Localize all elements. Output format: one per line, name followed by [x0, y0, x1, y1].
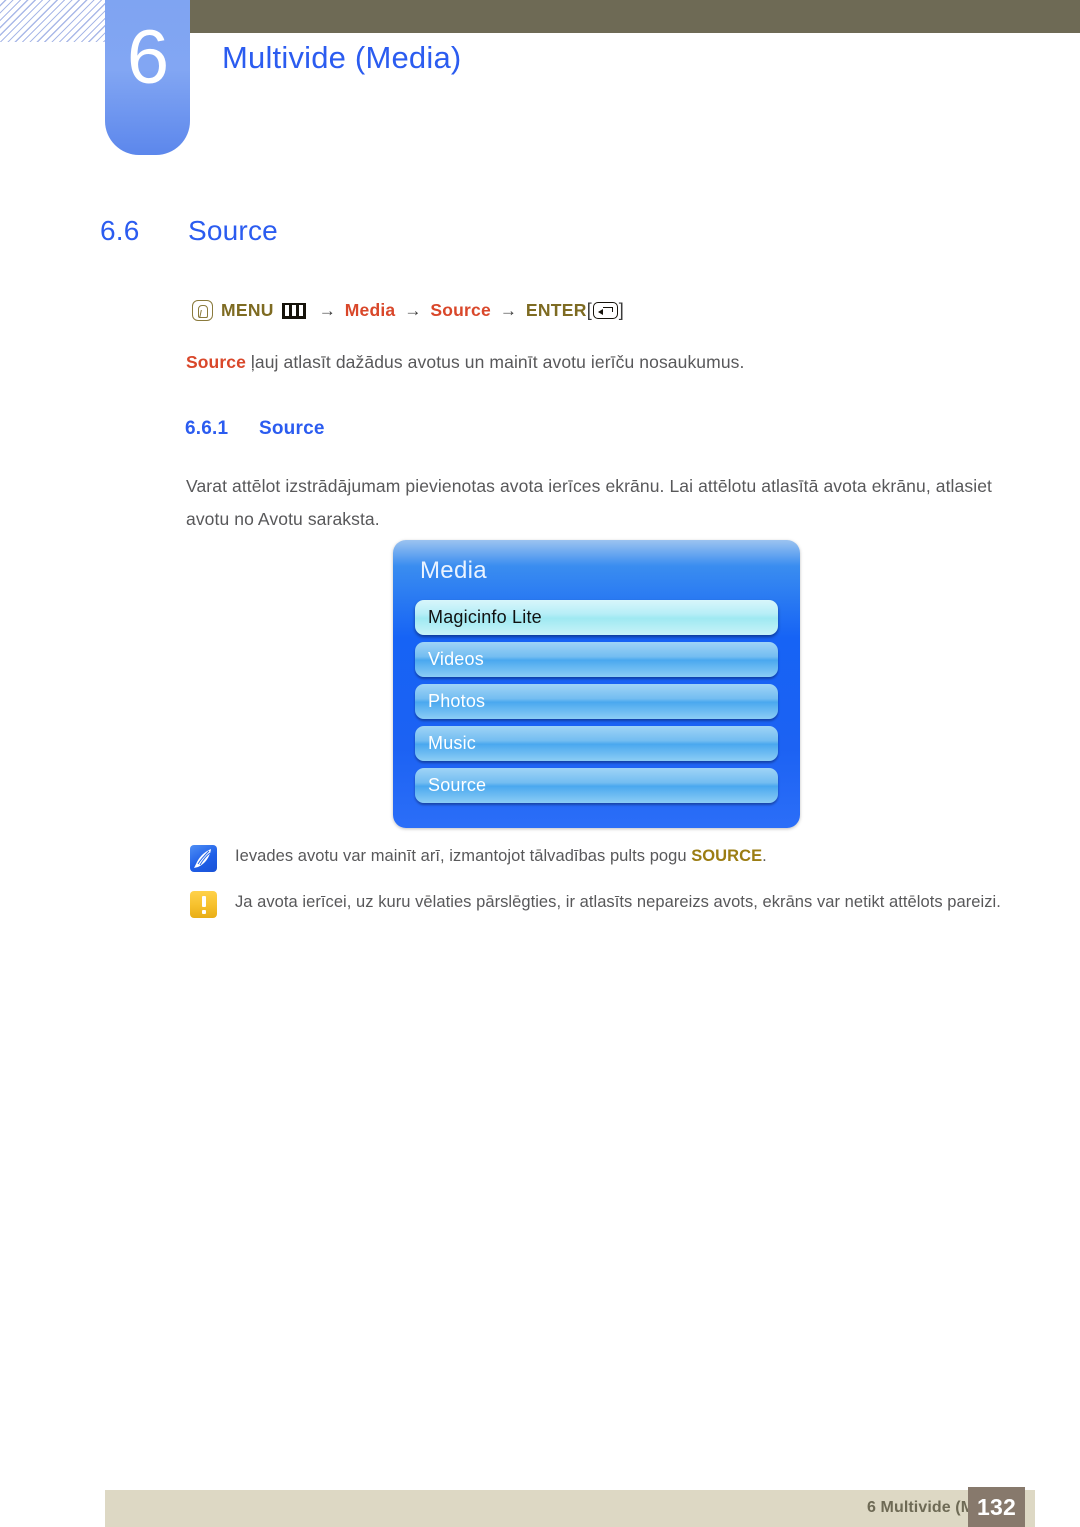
enter-label: ENTER	[525, 300, 587, 320]
path-arrow-3: →	[499, 300, 517, 320]
subsection-title: Source	[259, 418, 325, 439]
note-quill-icon	[190, 845, 217, 872]
note-text-2: Ja avota ierīcei, uz kuru vēlaties pārsl…	[235, 893, 1001, 911]
subsection-number: 6.6.1	[185, 418, 229, 439]
bracket-close: ]	[618, 300, 624, 320]
description-text: ļauj atlasīt dažādus avotus un mainīt av…	[245, 352, 745, 372]
chapter-title: Multivide (Media)	[222, 40, 462, 75]
osd-item-magicinfo-lite[interactable]: Magicinfo Lite	[415, 600, 778, 635]
header-bar	[190, 0, 1080, 33]
menu-label: MENU	[221, 300, 274, 320]
path-arrow-1: →	[318, 300, 336, 320]
path-arrow-2: →	[404, 300, 422, 320]
section-number: 6.6	[100, 215, 140, 246]
menu-bars-icon	[281, 302, 306, 319]
footer-page-number: 132	[968, 1487, 1025, 1527]
osd-media-menu: Media Magicinfo Lite Videos Photos Music…	[393, 540, 800, 828]
document-page: 6 Multivide (Media) 6.6 Source MENU → Med…	[0, 0, 1080, 1527]
note-text-1-before: Ievades avotu var mainīt arī, izmantojot…	[235, 847, 692, 865]
hatched-decoration	[0, 0, 110, 42]
path-item-source: Source	[430, 300, 491, 320]
description-keyword: Source	[186, 352, 246, 372]
enter-return-icon	[592, 302, 618, 319]
press-button-icon	[192, 300, 213, 321]
note-keyword-source: SOURCE	[691, 847, 763, 865]
section-heading: 6.6 Source	[100, 215, 278, 247]
osd-item-source[interactable]: Source	[415, 768, 778, 803]
osd-item-list: Magicinfo Lite Videos Photos Music Sourc…	[415, 600, 778, 810]
warning-exclamation-icon	[190, 891, 217, 918]
body-paragraph: Varat attēlot izstrādājumam pievienotas …	[186, 476, 992, 529]
section-description: Source ļauj atlasīt dažādus avotus un ma…	[186, 352, 744, 373]
menu-path: MENU → Media → Source → ENTER [ ]	[192, 300, 624, 321]
path-item-media: Media	[344, 300, 396, 320]
osd-title: Media	[420, 557, 487, 584]
osd-item-photos[interactable]: Photos	[415, 684, 778, 719]
chapter-tab: 6	[105, 0, 190, 155]
osd-item-videos[interactable]: Videos	[415, 642, 778, 677]
section-title: Source	[188, 215, 278, 246]
osd-item-music[interactable]: Music	[415, 726, 778, 761]
chapter-number: 6	[126, 15, 169, 100]
bracket-open: [	[586, 300, 592, 320]
subsection-heading: 6.6.1 Source	[185, 418, 325, 440]
note-text-1: Ievades avotu var mainīt arī, izmantojot…	[235, 845, 767, 866]
note-row-2: Ja avota ierīcei, uz kuru vēlaties pārsl…	[190, 891, 1001, 918]
note-text-1-after: .	[762, 847, 767, 865]
note-row-1: Ievades avotu var mainīt arī, izmantojot…	[190, 845, 767, 872]
